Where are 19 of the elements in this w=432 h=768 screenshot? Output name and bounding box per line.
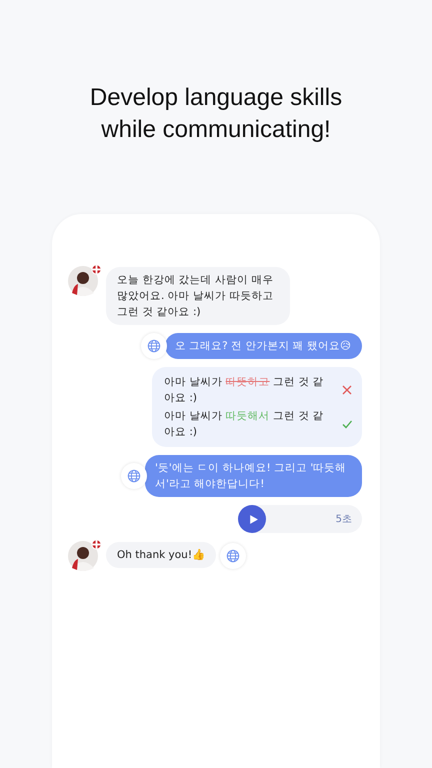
flag-icon — [91, 264, 102, 275]
avatar — [68, 266, 98, 296]
message-bubble: Oh thank you!👍 — [106, 542, 216, 568]
message-bubble: 오 그래요? 전 안가본지 꽤 됐어요😥 — [164, 333, 362, 359]
message-bubble: '듯'에는 ㄷ이 하나예요! 그리고 '따듯해서'라고 해야한답니다! — [145, 455, 362, 497]
correction-text: 아마 날씨가 따뜻하고 그런 것 같아요 :) — [164, 375, 324, 406]
flag-icon — [91, 539, 102, 550]
correction-text: 아마 날씨가 따듯해서 그런 것 같아요 :) — [164, 409, 324, 440]
check-icon — [342, 419, 352, 429]
avatar — [68, 541, 98, 571]
headline: Develop language skills while communicating! — [90, 83, 342, 145]
translate-icon[interactable] — [121, 463, 147, 489]
play-icon — [248, 514, 258, 524]
translate-icon[interactable] — [220, 543, 246, 569]
cross-icon — [342, 385, 352, 395]
message-bubble: 오늘 한강에 갔는데 사람이 매우 많았어요. 아마 날씨가 따듯하고 그런 것 같아요 :) — [106, 267, 290, 325]
duration-label: 5초 — [336, 513, 352, 526]
translate-icon[interactable] — [140, 333, 167, 359]
play-button[interactable] — [238, 505, 266, 533]
